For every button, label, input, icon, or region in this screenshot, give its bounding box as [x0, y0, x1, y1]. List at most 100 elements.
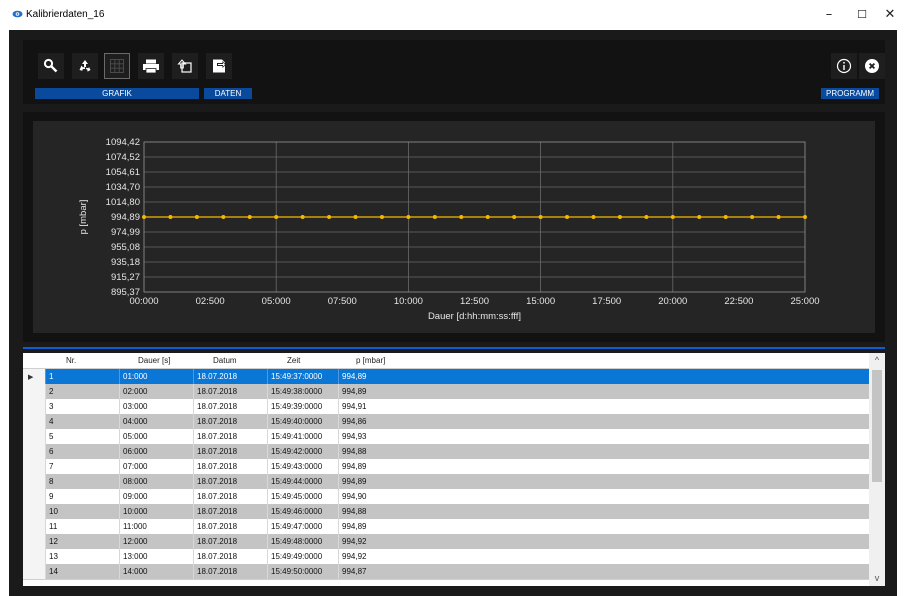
table-cell[interactable]: 15:49:49:0000 — [267, 549, 338, 564]
table-row[interactable]: 12 12:000 18.07.2018 15:49:48:0000 994,92 — [23, 534, 869, 550]
scroll-down-button[interactable]: v — [869, 571, 885, 585]
table-cell[interactable]: 9 — [45, 489, 119, 504]
table-cell[interactable]: 18.07.2018 — [193, 564, 267, 579]
table-cell[interactable]: 994,89 — [338, 519, 398, 534]
grid-view-button[interactable] — [104, 53, 130, 79]
table-cell[interactable]: 18.07.2018 — [193, 414, 267, 429]
minimize-button[interactable]: – — [815, 5, 843, 25]
row-header[interactable] — [23, 504, 46, 519]
print-button[interactable] — [138, 53, 164, 79]
table-cell[interactable]: 10:000 — [119, 504, 193, 519]
vertical-scrollbar[interactable]: ^ v — [869, 353, 885, 586]
table-cell[interactable]: 15:49:42:0000 — [267, 444, 338, 459]
row-header[interactable] — [23, 414, 46, 429]
table-row[interactable]: 4 04:000 18.07.2018 15:49:40:0000 994,86 — [23, 414, 869, 430]
exit-program-button[interactable] — [859, 53, 885, 79]
table-cell[interactable]: 05:000 — [119, 429, 193, 444]
table-cell[interactable]: 18.07.2018 — [193, 384, 267, 399]
table-cell[interactable]: 15:49:47:0000 — [267, 519, 338, 534]
table-cell[interactable]: 03:000 — [119, 399, 193, 414]
table-row[interactable]: 2 02:000 18.07.2018 15:49:38:0000 994,89 — [23, 384, 869, 400]
table-cell[interactable]: 994,92 — [338, 549, 398, 564]
table-cell[interactable]: 7 — [45, 459, 119, 474]
table-row[interactable]: 3 03:000 18.07.2018 15:49:39:0000 994,91 — [23, 399, 869, 415]
table-row[interactable]: 7 07:000 18.07.2018 15:49:43:0000 994,89 — [23, 459, 869, 475]
table-row[interactable]: 11 11:000 18.07.2018 15:49:47:0000 994,89 — [23, 519, 869, 535]
row-header[interactable] — [23, 534, 46, 549]
table-cell[interactable]: 18.07.2018 — [193, 549, 267, 564]
table-cell[interactable]: 15:49:45:0000 — [267, 489, 338, 504]
table-row[interactable]: 8 08:000 18.07.2018 15:49:44:0000 994,89 — [23, 474, 869, 490]
table-cell[interactable]: 10 — [45, 504, 119, 519]
column-header-nr[interactable]: Nr. — [66, 356, 76, 365]
table-cell[interactable]: 15:49:37:0000 — [267, 369, 338, 384]
row-header[interactable] — [23, 489, 46, 504]
table-cell[interactable]: 994,89 — [338, 474, 398, 489]
table-cell[interactable]: 994,88 — [338, 444, 398, 459]
table-cell[interactable]: 14 — [45, 564, 119, 579]
table-cell[interactable]: 6 — [45, 444, 119, 459]
table-cell[interactable]: 4 — [45, 414, 119, 429]
data-grid[interactable]: Nr. Dauer [s] Datum Zeit p [mbar] ▶ 1 01:0… — [23, 353, 885, 586]
table-cell[interactable]: 994,86 — [338, 414, 398, 429]
table-row[interactable]: ▶ 1 01:000 18.07.2018 15:49:37:0000 994,89 — [23, 369, 869, 385]
info-button[interactable] — [831, 53, 857, 79]
table-cell[interactable]: 3 — [45, 399, 119, 414]
table-cell[interactable]: 01:000 — [119, 369, 193, 384]
table-cell[interactable]: 12 — [45, 534, 119, 549]
table-row[interactable]: 5 05:000 18.07.2018 15:49:41:0000 994,93 — [23, 429, 869, 445]
table-cell[interactable]: 18.07.2018 — [193, 399, 267, 414]
scrollbar-thumb[interactable] — [872, 370, 882, 482]
table-cell[interactable]: 994,89 — [338, 384, 398, 399]
table-cell[interactable]: 994,90 — [338, 489, 398, 504]
table-cell[interactable]: 14:000 — [119, 564, 193, 579]
row-header[interactable] — [23, 384, 46, 399]
row-header[interactable]: ▶ — [23, 369, 46, 384]
table-cell[interactable]: 18.07.2018 — [193, 534, 267, 549]
table-cell[interactable]: 15:49:40:0000 — [267, 414, 338, 429]
table-row[interactable]: 9 09:000 18.07.2018 15:49:45:0000 994,90 — [23, 489, 869, 505]
table-cell[interactable]: 13:000 — [119, 549, 193, 564]
import-button[interactable] — [206, 53, 232, 79]
table-cell[interactable]: 09:000 — [119, 489, 193, 504]
column-header-dauer[interactable]: Dauer [s] — [138, 356, 170, 365]
table-cell[interactable]: 18.07.2018 — [193, 474, 267, 489]
row-header[interactable] — [23, 444, 46, 459]
row-header[interactable] — [23, 519, 46, 534]
table-cell[interactable]: 994,92 — [338, 534, 398, 549]
table-row[interactable]: 13 13:000 18.07.2018 15:49:49:0000 994,92 — [23, 549, 869, 565]
table-cell[interactable]: 8 — [45, 474, 119, 489]
table-cell[interactable]: 994,87 — [338, 564, 398, 579]
table-cell[interactable]: 18.07.2018 — [193, 444, 267, 459]
panel-separator[interactable] — [23, 347, 885, 349]
table-cell[interactable]: 06:000 — [119, 444, 193, 459]
table-cell[interactable]: 18.07.2018 — [193, 369, 267, 384]
scroll-up-button[interactable]: ^ — [869, 353, 885, 367]
column-header-pressure[interactable]: p [mbar] — [356, 356, 385, 365]
maximize-button[interactable]: ☐ — [848, 5, 876, 25]
table-cell[interactable]: 15:49:39:0000 — [267, 399, 338, 414]
table-cell[interactable]: 994,93 — [338, 429, 398, 444]
table-cell[interactable]: 15:49:48:0000 — [267, 534, 338, 549]
table-cell[interactable]: 11:000 — [119, 519, 193, 534]
recycle-button[interactable] — [72, 53, 98, 79]
table-cell[interactable]: 15:49:43:0000 — [267, 459, 338, 474]
table-cell[interactable]: 04:000 — [119, 414, 193, 429]
close-window-button[interactable]: ✕ — [876, 5, 904, 25]
table-cell[interactable]: 08:000 — [119, 474, 193, 489]
table-cell[interactable]: 12:000 — [119, 534, 193, 549]
row-header[interactable] — [23, 459, 46, 474]
table-cell[interactable]: 994,88 — [338, 504, 398, 519]
table-row[interactable]: 6 06:000 18.07.2018 15:49:42:0000 994,88 — [23, 444, 869, 460]
row-header[interactable] — [23, 564, 46, 579]
table-cell[interactable]: 07:000 — [119, 459, 193, 474]
table-cell[interactable]: 15:49:50:0000 — [267, 564, 338, 579]
table-cell[interactable]: 18.07.2018 — [193, 519, 267, 534]
row-header[interactable] — [23, 429, 46, 444]
table-cell[interactable]: 15:49:44:0000 — [267, 474, 338, 489]
table-cell[interactable]: 15:49:46:0000 — [267, 504, 338, 519]
table-cell[interactable]: 15:49:38:0000 — [267, 384, 338, 399]
table-cell[interactable]: 11 — [45, 519, 119, 534]
table-cell[interactable]: 5 — [45, 429, 119, 444]
table-cell[interactable]: 1 — [45, 369, 119, 384]
